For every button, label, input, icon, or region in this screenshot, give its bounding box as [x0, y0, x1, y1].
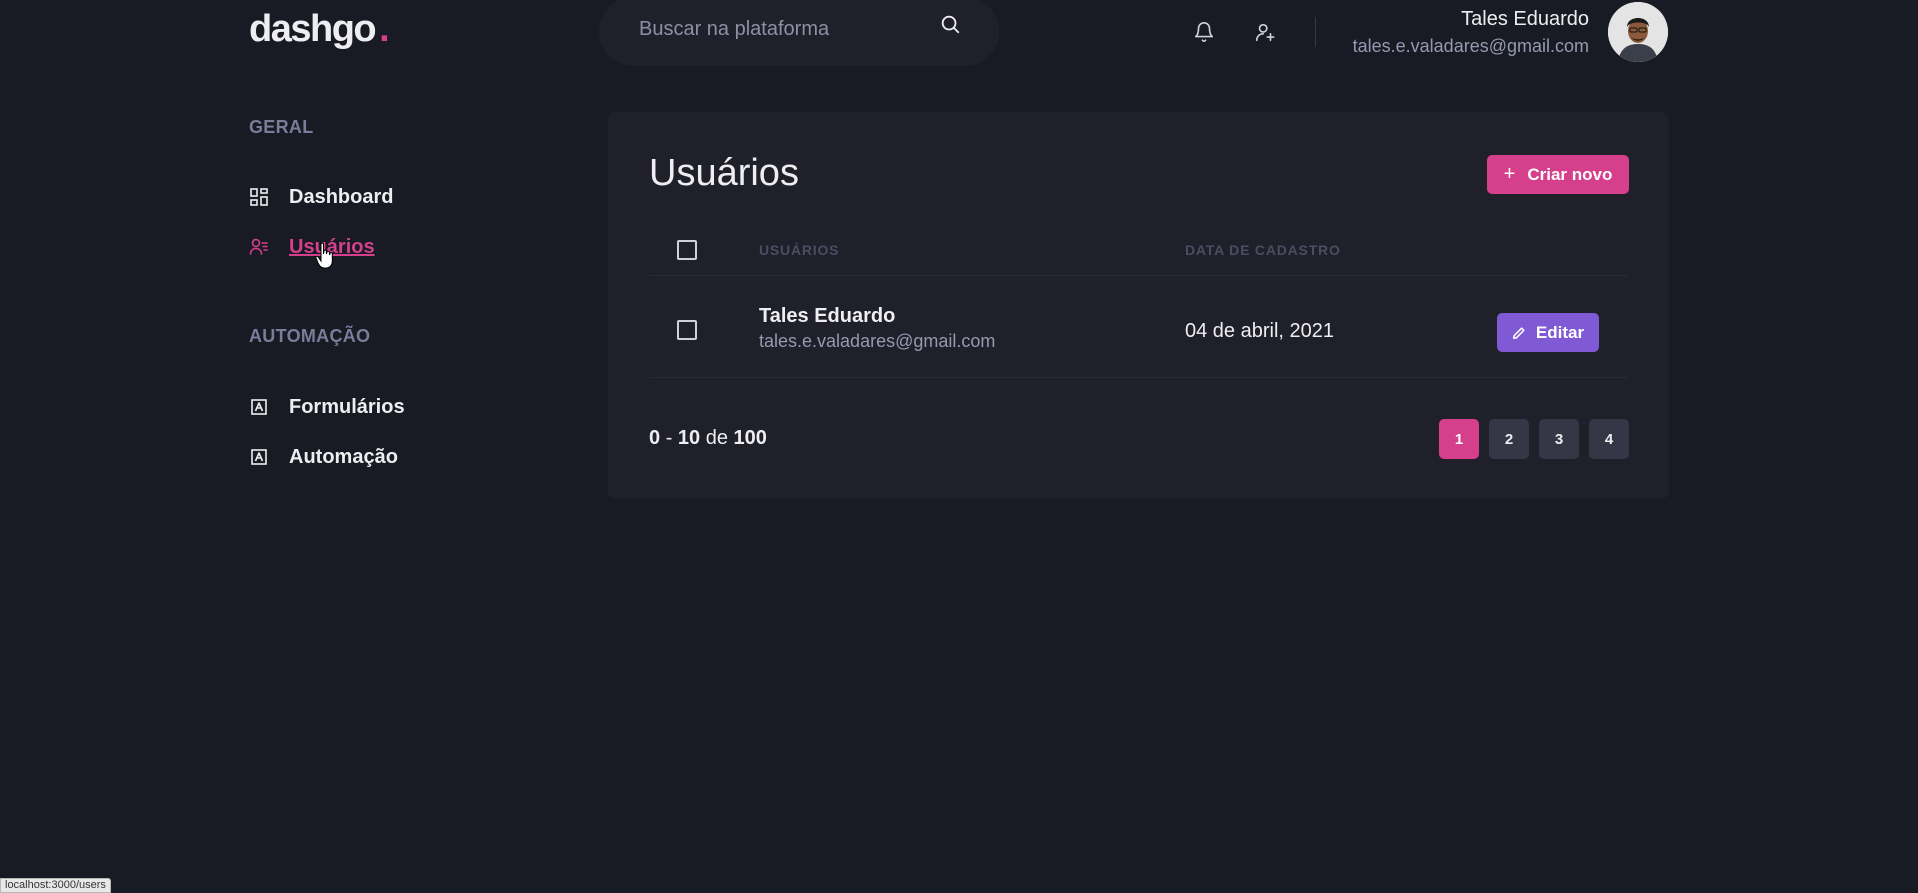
sidebar-item-label: Dashboard: [289, 185, 394, 208]
pagination-from: 0: [649, 427, 661, 449]
sidebar-section-automacao: AUTOMAÇÃO: [249, 326, 371, 346]
plus-icon: +: [1503, 163, 1516, 185]
pagination-of: de: [705, 427, 728, 449]
page-button-2[interactable]: 2: [1489, 419, 1529, 459]
pencil-icon: [1512, 326, 1525, 339]
table-header: USUÁRIOS DATA DE CADASTRO: [649, 236, 1629, 276]
profile-email: tales.e.valadares@gmail.com: [1352, 36, 1589, 56]
status-bar-url: localhost:3000/users: [0, 878, 111, 893]
page-button-1[interactable]: 1: [1439, 419, 1479, 459]
avatar-image: [1608, 2, 1668, 62]
logo[interactable]: dashgo.: [249, 8, 390, 51]
search-bar[interactable]: Buscar na plataforma: [599, 0, 999, 66]
search-input[interactable]: Buscar na plataforma: [639, 18, 829, 41]
row-checkbox[interactable]: [677, 320, 697, 340]
table-row: Tales Eduardo tales.e.valadares@gmail.co…: [649, 287, 1629, 378]
user-registration-date: 04 de abril, 2021: [1185, 320, 1335, 342]
page-button-4[interactable]: 4: [1589, 419, 1629, 459]
header-divider: [1315, 17, 1316, 47]
users-panel: Usuários + Criar novo USUÁRIOS DATA DE C…: [608, 112, 1669, 499]
sidebar-item-label: Automação: [289, 445, 398, 468]
edit-button-label: Editar: [1535, 322, 1585, 342]
logo-text: dashgo: [249, 8, 377, 50]
create-user-button[interactable]: + Criar novo: [1487, 155, 1629, 194]
search-icon[interactable]: [939, 13, 961, 35]
pagination-separator: -: [665, 427, 673, 449]
add-user-icon[interactable]: [1254, 21, 1276, 43]
page-button-3[interactable]: 3: [1539, 419, 1579, 459]
bell-icon[interactable]: [1193, 21, 1215, 43]
pagination-info: 0 - 10 de 100: [649, 427, 767, 450]
create-button-label: Criar novo: [1527, 164, 1613, 184]
users-icon: [249, 238, 268, 255]
sidebar-item-usuarios[interactable]: Usuários: [249, 233, 375, 261]
column-header-users: USUÁRIOS: [759, 242, 840, 258]
sidebar-item-label: Formulários: [289, 395, 405, 418]
sidebar-item-dashboard[interactable]: Dashboard: [249, 183, 393, 211]
logo-dot: .: [379, 8, 390, 50]
avatar[interactable]: [1608, 2, 1668, 62]
sidebar-item-formularios[interactable]: Formulários: [249, 393, 405, 421]
column-header-date: DATA DE CADASTRO: [1185, 242, 1341, 258]
user-name: Tales Eduardo: [759, 305, 896, 327]
sidebar-section-geral: GERAL: [249, 117, 314, 137]
edit-button[interactable]: Editar: [1497, 313, 1599, 352]
form-icon: [251, 399, 267, 415]
header: dashgo. Buscar na plataforma Tales Eduar…: [0, 0, 1918, 70]
hand-cursor-icon: [315, 242, 333, 269]
dashboard-icon: [250, 188, 268, 206]
pagination-total: 100: [733, 427, 767, 449]
automation-icon: [251, 449, 267, 465]
select-all-checkbox[interactable]: [677, 240, 697, 260]
profile-name: Tales Eduardo: [1461, 8, 1589, 30]
sidebar-item-automacao[interactable]: Automação: [249, 443, 398, 471]
pagination-to: 10: [677, 427, 701, 449]
page-title: Usuários: [649, 152, 799, 194]
user-email: tales.e.valadares@gmail.com: [759, 331, 996, 351]
